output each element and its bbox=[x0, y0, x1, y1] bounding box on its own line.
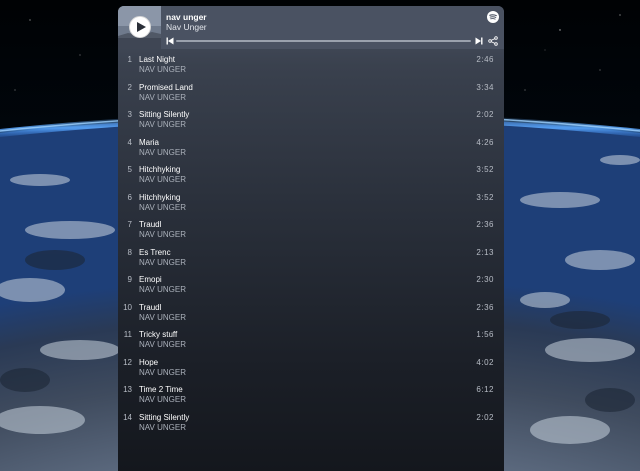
track-artist: NAV UNGER bbox=[139, 422, 186, 432]
track-artist: NAV UNGER bbox=[139, 395, 186, 404]
play-button[interactable] bbox=[129, 16, 151, 38]
spotify-embed-player: nav unger Nav Unger 1 Last Night NAV UNGER… bbox=[118, 6, 504, 471]
track-title: Last Night bbox=[139, 55, 176, 64]
track-duration: 2:36 bbox=[476, 220, 494, 229]
artist-name[interactable]: Nav Unger bbox=[166, 22, 207, 32]
track-artist: NAV UNGER bbox=[139, 257, 186, 267]
track-artist: NAV UNGER bbox=[139, 65, 186, 74]
track-number: 14 bbox=[123, 412, 132, 422]
track-row[interactable]: 14 Sitting Silently NAV UNGER 2:02 bbox=[118, 410, 504, 438]
track-row[interactable]: 12 Hope NAV UNGER 4:02 bbox=[118, 355, 504, 383]
track-number: 4 bbox=[127, 137, 132, 147]
track-artist: NAV UNGER bbox=[139, 312, 186, 322]
track-duration: 4:26 bbox=[476, 137, 494, 147]
play-icon bbox=[137, 22, 146, 32]
track-duration: 2:36 bbox=[476, 302, 494, 312]
spotify-logo-icon[interactable] bbox=[487, 11, 499, 23]
track-title: Hitchhyking bbox=[139, 165, 181, 174]
track-title: Maria bbox=[139, 137, 160, 147]
track-row[interactable]: 8 Es Trenc NAV UNGER 2:13 bbox=[118, 245, 504, 273]
track-row[interactable]: 10 Traudl NAV UNGER 2:36 bbox=[118, 300, 504, 328]
track-title: Es Trenc bbox=[139, 247, 171, 257]
track-number: 9 bbox=[127, 275, 132, 284]
track-row[interactable]: 11 Tricky stuff NAV UNGER 1:56 bbox=[118, 327, 504, 355]
track-number: 5 bbox=[127, 165, 132, 174]
track-row[interactable]: 4 Maria NAV UNGER 4:26 bbox=[118, 135, 504, 163]
player-header: nav unger Nav Unger bbox=[118, 6, 504, 49]
track-row[interactable]: 3 Sitting Silently NAV UNGER 2:02 bbox=[118, 107, 504, 135]
track-duration: 2:30 bbox=[476, 275, 494, 284]
progress-bar[interactable] bbox=[176, 40, 471, 42]
track-number: 2 bbox=[127, 82, 132, 92]
track-artist: NAV UNGER bbox=[139, 202, 186, 212]
track-artist: NAV UNGER bbox=[139, 92, 186, 102]
track-row[interactable]: 13 Time 2 Time NAV UNGER 6:12 bbox=[118, 382, 504, 410]
track-artist: NAV UNGER bbox=[139, 230, 186, 239]
track-duration: 4:02 bbox=[476, 357, 494, 367]
skip-previous-icon[interactable] bbox=[166, 37, 174, 45]
track-title: Hope bbox=[139, 357, 159, 367]
album-title[interactable]: nav unger bbox=[166, 12, 207, 22]
track-title: Traudl bbox=[139, 220, 162, 229]
track-number: 8 bbox=[127, 247, 132, 257]
track-duration: 2:46 bbox=[476, 55, 494, 64]
track-number: 13 bbox=[123, 385, 132, 394]
track-number: 10 bbox=[123, 302, 132, 312]
track-row[interactable]: 2 Promised Land NAV UNGER 3:34 bbox=[118, 80, 504, 108]
track-row[interactable]: 1 Last Night NAV UNGER 2:46 bbox=[118, 52, 504, 80]
track-duration: 3:52 bbox=[476, 165, 494, 174]
track-duration: 6:12 bbox=[476, 385, 494, 394]
track-duration: 2:02 bbox=[476, 412, 494, 422]
skip-next-icon[interactable] bbox=[475, 37, 483, 45]
track-title: Traudl bbox=[139, 302, 162, 312]
track-number: 12 bbox=[123, 357, 132, 367]
track-artist: NAV UNGER bbox=[139, 340, 186, 349]
track-artist: NAV UNGER bbox=[139, 120, 186, 129]
track-title: Sitting Silently bbox=[139, 412, 190, 422]
track-number: 1 bbox=[127, 55, 132, 64]
track-row[interactable]: 7 Traudl NAV UNGER 2:36 bbox=[118, 217, 504, 245]
track-row[interactable]: 5 Hitchhyking NAV UNGER 3:52 bbox=[118, 162, 504, 190]
track-number: 11 bbox=[123, 330, 132, 339]
track-title: Hitchhyking bbox=[139, 192, 181, 202]
track-row[interactable]: 6 Hitchhyking NAV UNGER 3:52 bbox=[118, 190, 504, 218]
track-number: 7 bbox=[127, 220, 132, 229]
track-duration: 3:34 bbox=[476, 82, 494, 92]
track-title: Sitting Silently bbox=[139, 110, 190, 119]
track-title: Time 2 Time bbox=[139, 385, 183, 394]
track-number: 6 bbox=[127, 192, 132, 202]
track-duration: 2:13 bbox=[476, 247, 494, 257]
track-duration: 2:02 bbox=[476, 110, 494, 119]
track-title: Tricky stuff bbox=[139, 330, 178, 339]
track-number: 3 bbox=[127, 110, 132, 119]
track-title: Promised Land bbox=[139, 82, 193, 92]
track-list: 1 Last Night NAV UNGER 2:46 2 Promised Land NA… bbox=[118, 52, 504, 437]
share-icon[interactable] bbox=[488, 36, 498, 46]
track-artist: NAV UNGER bbox=[139, 367, 186, 377]
track-row[interactable]: 9 Emopi NAV UNGER 2:30 bbox=[118, 272, 504, 300]
track-duration: 1:56 bbox=[476, 330, 494, 339]
track-artist: NAV UNGER bbox=[139, 285, 186, 294]
track-title: Emopi bbox=[139, 275, 162, 284]
track-artist: NAV UNGER bbox=[139, 175, 186, 184]
track-duration: 3:52 bbox=[476, 192, 494, 202]
track-artist: NAV UNGER bbox=[139, 147, 186, 157]
